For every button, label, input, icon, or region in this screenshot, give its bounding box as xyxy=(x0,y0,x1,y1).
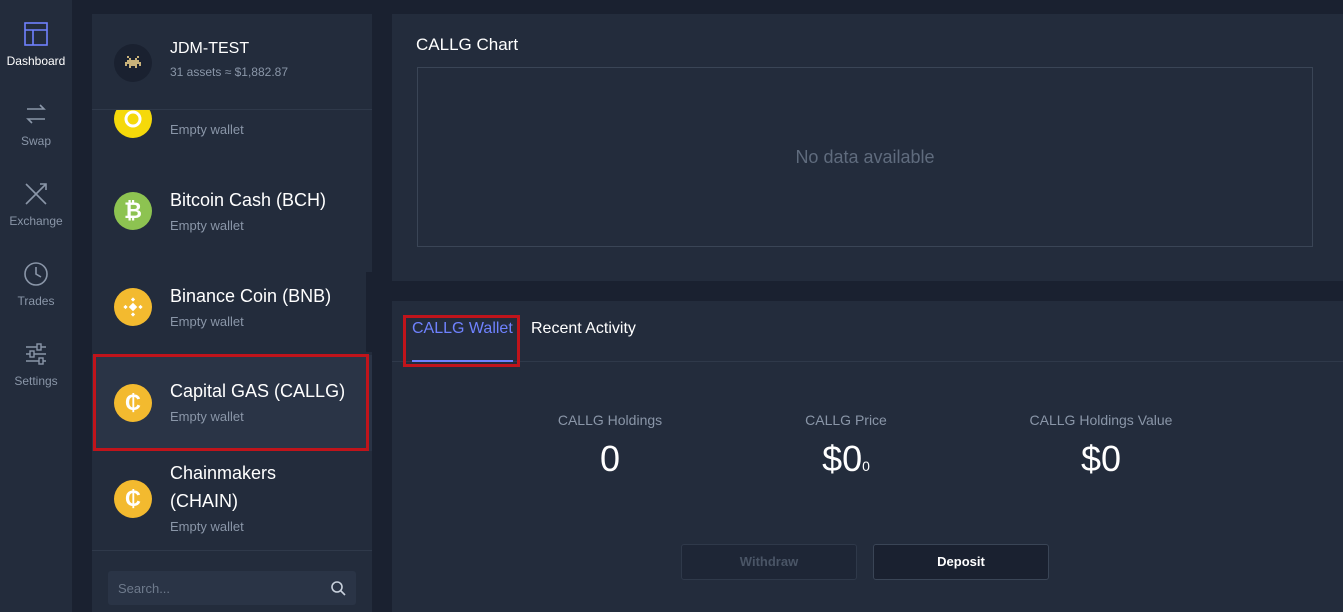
stat-holdings-value: CALLG Holdings Value $0 xyxy=(1021,412,1181,480)
invader-icon xyxy=(125,56,141,68)
nav-item-trades[interactable]: Trades xyxy=(0,240,72,320)
nav-item-dashboard[interactable]: Dashboard xyxy=(0,0,72,80)
wallet-name: Chainmakers (CHAIN) xyxy=(170,463,277,511)
price-suffix: 0 xyxy=(862,458,870,474)
stat-label: CALLG Holdings xyxy=(557,412,663,428)
empty-state-message: No data available xyxy=(795,146,935,167)
stat-holdings: CALLG Holdings 0 xyxy=(550,412,670,480)
wallet-item-callg[interactable]: ₵ Capital GAS (CALLG) Empty wallet xyxy=(92,355,372,451)
wallet-item-chain[interactable]: ₵ Chainmakers (CHAIN) Empty wallet xyxy=(92,454,372,550)
search-input[interactable] xyxy=(118,571,318,605)
nav-label: Exchange xyxy=(9,214,63,228)
price-value: $0 xyxy=(822,438,863,479)
stat-value: $0 xyxy=(1080,438,1122,479)
account-name: JDM-TEST xyxy=(170,40,250,57)
nav-item-exchange[interactable]: Exchange xyxy=(0,160,72,240)
search-icon[interactable] xyxy=(330,580,346,596)
stat-price: CALLG Price $00 xyxy=(786,412,906,480)
chart-title: CALLG Chart xyxy=(416,35,519,54)
clock-icon xyxy=(24,262,48,286)
avatar xyxy=(114,44,152,82)
wallet-name: Capital GAS (CALLG) xyxy=(170,381,346,401)
account-summary: 31 assets ≈ $1,882.87 xyxy=(170,65,289,79)
stat-value: $00 xyxy=(786,438,906,480)
wallet-name: Bitcoin Cash (BCH) xyxy=(170,190,327,210)
nav-item-settings[interactable]: Settings xyxy=(0,320,72,400)
stat-label: CALLG Price xyxy=(805,412,887,428)
wallet-status: Empty wallet xyxy=(170,519,244,534)
chain-icon: ₵ xyxy=(114,480,152,518)
nav-label: Settings xyxy=(14,374,58,388)
sliders-icon xyxy=(26,343,46,365)
chart-card: CALLG Chart No data available xyxy=(392,14,1343,281)
chart-area: No data available xyxy=(417,67,1313,247)
wallet-status: Empty wallet xyxy=(170,409,244,424)
tab-recent-activity[interactable]: Recent Activity xyxy=(531,320,636,362)
wallet-detail-card: CALLG Wallet Recent Activity CALLG Holdi… xyxy=(392,301,1343,612)
bitcoin-cash-icon: ₿ xyxy=(114,192,152,230)
account-header[interactable]: JDM-TEST 31 assets ≈ $1,882.87 xyxy=(92,14,372,110)
wallet-item-bnb[interactable]: Binance Coin (BNB) Empty wallet xyxy=(92,266,372,362)
dashboard-icon xyxy=(24,22,48,46)
nav-item-swap[interactable]: Swap xyxy=(0,80,72,160)
wallet-name: Binance Coin (BNB) xyxy=(170,286,332,306)
nav-label: Swap xyxy=(20,134,52,148)
wallet-item-bch[interactable]: ₿ Bitcoin Cash (BCH) Empty wallet xyxy=(92,170,372,266)
stat-label: CALLG Holdings Value xyxy=(1029,412,1173,428)
binance-icon xyxy=(114,288,152,326)
withdraw-button[interactable]: Withdraw xyxy=(681,544,857,580)
tab-bar: CALLG Wallet Recent Activity xyxy=(392,301,1343,362)
stat-value: 0 xyxy=(599,438,621,479)
search-area xyxy=(92,550,372,612)
wallet-status: Empty wallet xyxy=(170,314,244,329)
scrollbar[interactable] xyxy=(366,272,372,352)
deposit-button[interactable]: Deposit xyxy=(873,544,1049,580)
nav-label: Dashboard xyxy=(6,54,66,68)
wallet-status: Empty wallet xyxy=(170,218,244,233)
callg-icon: ₵ xyxy=(114,384,152,422)
wallet-status: Empty wallet xyxy=(170,122,244,137)
nav-rail: Dashboard Swap Exchange Trades Settings xyxy=(0,0,72,612)
nav-label: Trades xyxy=(17,294,55,308)
tab-callg-wallet[interactable]: CALLG Wallet xyxy=(412,320,513,362)
exchange-icon xyxy=(25,183,47,205)
wallet-list-panel: Empty wallet ₿ Bitcoin Cash (BCH) Empty … xyxy=(92,14,372,612)
search-box xyxy=(108,571,356,605)
swap-icon xyxy=(26,104,46,124)
